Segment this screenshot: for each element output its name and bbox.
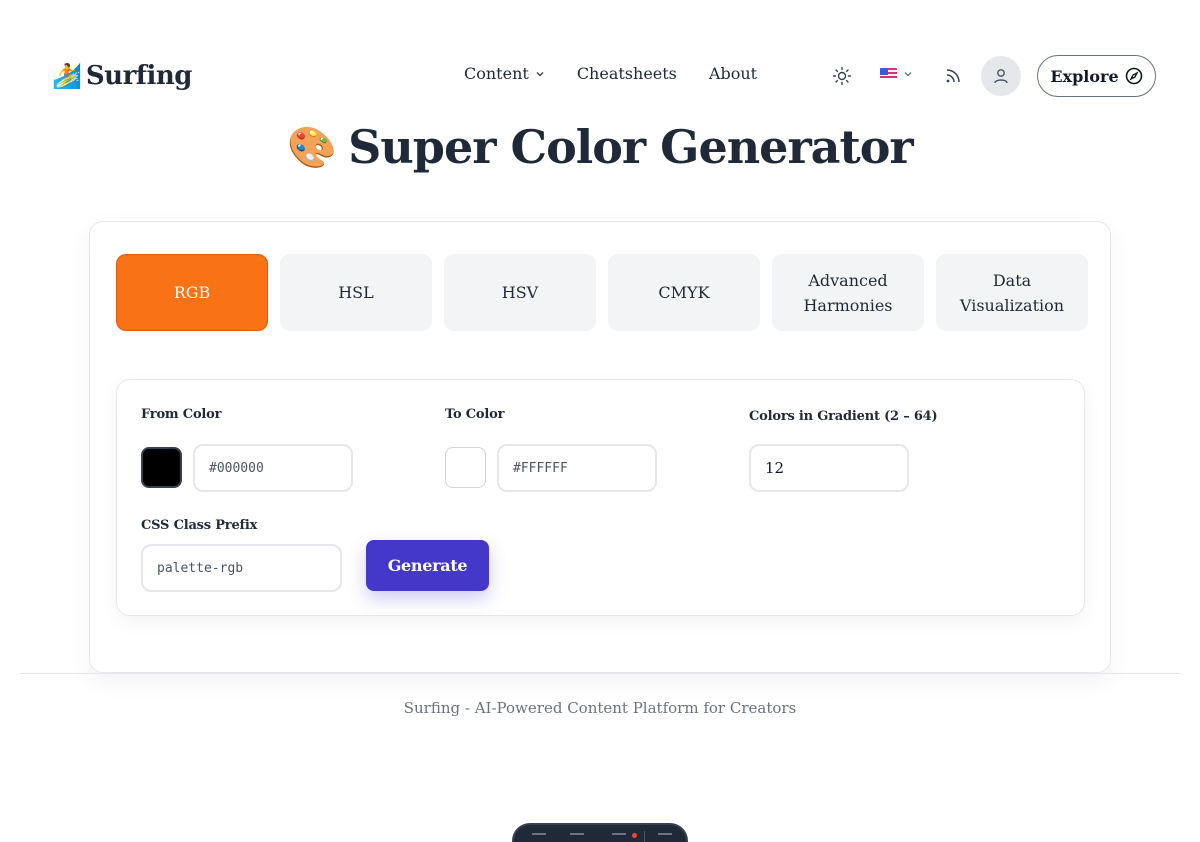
generate-label: Generate (387, 556, 468, 575)
to-color-value: #FFFFFF (513, 460, 568, 476)
nav-content[interactable]: Content (464, 64, 545, 83)
tab-advanced-harmonies[interactable]: Advanced Harmonies (772, 254, 924, 331)
gradient-count-label: Colors in Gradient (2 – 64) (749, 409, 938, 424)
tab-hsl[interactable]: HSL (280, 254, 432, 331)
tab-cmyk[interactable]: CMYK (608, 254, 760, 331)
gradient-count-value: 12 (765, 459, 785, 477)
floating-toolbar[interactable] (512, 823, 688, 842)
page-title-text: Super Color Generator (348, 120, 914, 174)
chevron-down-icon (904, 72, 912, 77)
nav-about[interactable]: About (709, 64, 757, 83)
footer-divider (20, 673, 1180, 674)
to-color-swatch[interactable] (445, 447, 486, 488)
tab-hsl-label: HSL (338, 283, 374, 302)
tab-advanced-harmonies-label: Advanced Harmonies (803, 270, 893, 315)
tab-data-visualization-label: Data Visualization (959, 270, 1065, 315)
nav-content-label: Content (464, 64, 529, 83)
from-color-value: #000000 (209, 460, 264, 476)
css-prefix-value: palette-rgb (157, 560, 244, 576)
footer-tagline: Surfing - AI-Powered Content Platform fo… (403, 699, 797, 717)
toolbar-icon[interactable] (612, 833, 626, 842)
from-color-label: From Color (141, 407, 222, 422)
rss-icon (946, 69, 960, 83)
tab-rgb[interactable]: RGB (116, 254, 268, 331)
user-icon (994, 69, 1008, 84)
toolbar-icon[interactable] (532, 833, 546, 842)
explore-button[interactable]: Explore (1037, 55, 1156, 97)
chevron-down-icon (536, 71, 544, 76)
theme-toggle-button[interactable] (830, 64, 854, 88)
compass-icon (1125, 67, 1142, 85)
from-color-input[interactable]: #000000 (193, 444, 353, 492)
toolbar-divider (644, 831, 645, 842)
site-header: 🏄 Surfing Content Cheatsheets About Expl… (0, 0, 1200, 174)
tab-hsv[interactable]: HSV (444, 254, 596, 331)
explore-label: Explore (1050, 66, 1119, 86)
user-avatar-button[interactable] (981, 56, 1021, 96)
site-logo[interactable]: 🏄 Surfing (52, 60, 192, 92)
tab-cmyk-label: CMYK (658, 283, 710, 302)
rgb-form-panel: From Color #000000 To Color #FFFFFF Colo… (116, 379, 1085, 616)
nav-cheatsheets[interactable]: Cheatsheets (577, 64, 677, 83)
palette-icon: 🎨 (287, 123, 337, 171)
sun-icon (832, 66, 852, 86)
page-title: 🎨 Super Color Generator (0, 120, 1200, 174)
notification-dot (632, 833, 637, 838)
from-color-swatch[interactable] (141, 447, 182, 488)
logo-text: Surfing (85, 61, 193, 91)
tab-rgb-label: RGB (173, 283, 211, 302)
surfer-logo-icon: 🏄 (52, 62, 82, 90)
toolbar-icon[interactable] (570, 833, 584, 842)
gradient-count-input[interactable]: 12 (749, 444, 909, 492)
us-flag-icon (880, 68, 897, 80)
color-generator-card: RGB HSL HSV CMYK Advanced Harmonies Data… (89, 221, 1111, 673)
tab-hsv-label: HSV (501, 283, 539, 302)
css-prefix-input[interactable]: palette-rgb (141, 544, 342, 592)
tab-data-visualization[interactable]: Data Visualization (936, 254, 1088, 331)
generate-button[interactable]: Generate (366, 540, 489, 591)
main-nav: Content Cheatsheets About (464, 64, 757, 83)
to-color-input[interactable]: #FFFFFF (497, 444, 657, 492)
to-color-label: To Color (445, 407, 505, 422)
rss-button[interactable] (941, 64, 965, 88)
mode-tabs: RGB HSL HSV CMYK Advanced Harmonies Data… (116, 254, 1088, 331)
language-selector[interactable] (880, 68, 913, 80)
nav-about-label: About (708, 64, 758, 83)
css-prefix-label: CSS Class Prefix (141, 518, 258, 533)
toolbar-icon[interactable] (658, 833, 672, 842)
nav-cheatsheets-label: Cheatsheets (576, 64, 677, 83)
